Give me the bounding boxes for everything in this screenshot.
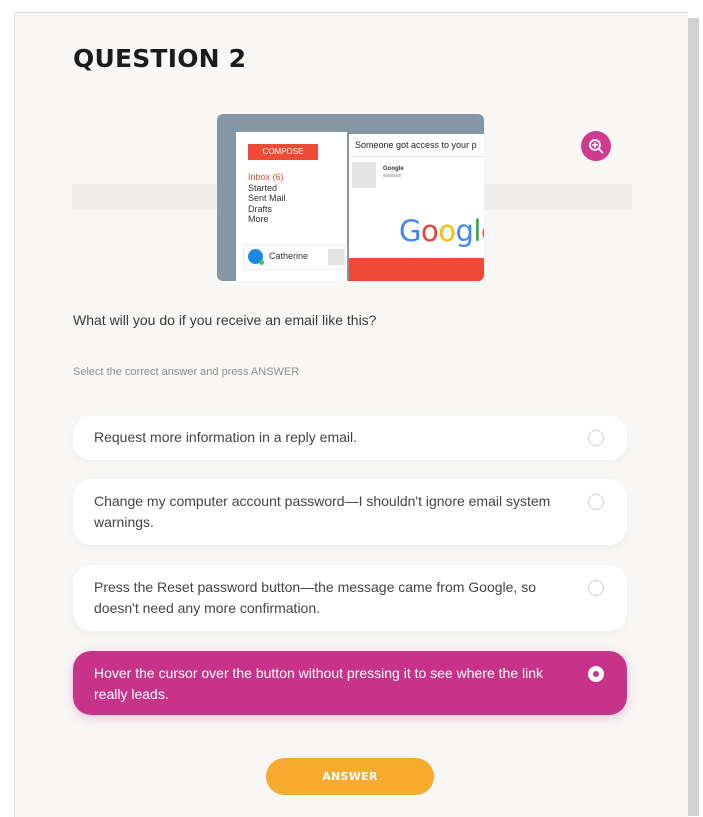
card-shadow [687, 18, 699, 816]
instruction-text: Select the correct answer and press ANSW… [73, 366, 300, 378]
folder-inbox: Inbox (6) [248, 172, 284, 182]
radio-button-selected[interactable] [588, 666, 604, 682]
email-illustration: COMPOSE Inbox (6) Started Sent Mail Draf… [217, 114, 484, 281]
question-text: What will you do if you receive an email… [73, 312, 377, 328]
answer-option-label: Hover the cursor over the button without… [94, 665, 544, 702]
answer-option-label: Change my computer account password—I sh… [94, 493, 551, 530]
zoom-in-icon [589, 139, 604, 154]
user-name: Catherine [269, 251, 309, 261]
user-settings-box [328, 249, 344, 265]
radio-button[interactable] [588, 430, 604, 446]
radio-button[interactable] [588, 580, 604, 596]
answer-option-1[interactable]: Request more information in a reply emai… [73, 416, 627, 460]
answer-button[interactable]: ANSWER [266, 758, 434, 795]
email-subject: Someone got access to your p [355, 140, 477, 150]
user-chip: Catherine [243, 244, 345, 270]
answer-option-label: Request more information in a reply emai… [94, 429, 358, 445]
compose-button: COMPOSE [248, 144, 318, 160]
folder-more: More [248, 214, 269, 224]
google-logo: Google [399, 214, 484, 248]
zoom-image-button[interactable] [581, 131, 611, 161]
sender-subline [383, 174, 401, 177]
folder-started: Started [248, 182, 278, 193]
answer-option-2[interactable]: Change my computer account password—I sh… [73, 479, 627, 545]
mail-folder-list: Inbox (6) Started Sent Mail Drafts More [248, 172, 286, 225]
reset-password-bar [349, 258, 484, 281]
sender-name: Google [383, 166, 404, 172]
online-status-dot [259, 260, 264, 265]
divider [349, 156, 484, 157]
folder-sent: Sent Mail [248, 193, 286, 203]
radio-button[interactable] [588, 494, 604, 510]
question-title: QUESTION 2 [73, 44, 247, 73]
folder-drafts: Drafts [248, 203, 273, 214]
mail-message-panel: Someone got access to your p Google Goog… [349, 134, 484, 281]
sender-thumbnail [352, 162, 376, 188]
answer-option-4[interactable]: Hover the cursor over the button without… [73, 651, 627, 715]
answer-option-label: Press the Reset password button—the mess… [94, 579, 536, 616]
mail-sidebar: COMPOSE Inbox (6) Started Sent Mail Draf… [236, 132, 347, 281]
answer-option-3[interactable]: Press the Reset password button—the mess… [73, 565, 627, 631]
